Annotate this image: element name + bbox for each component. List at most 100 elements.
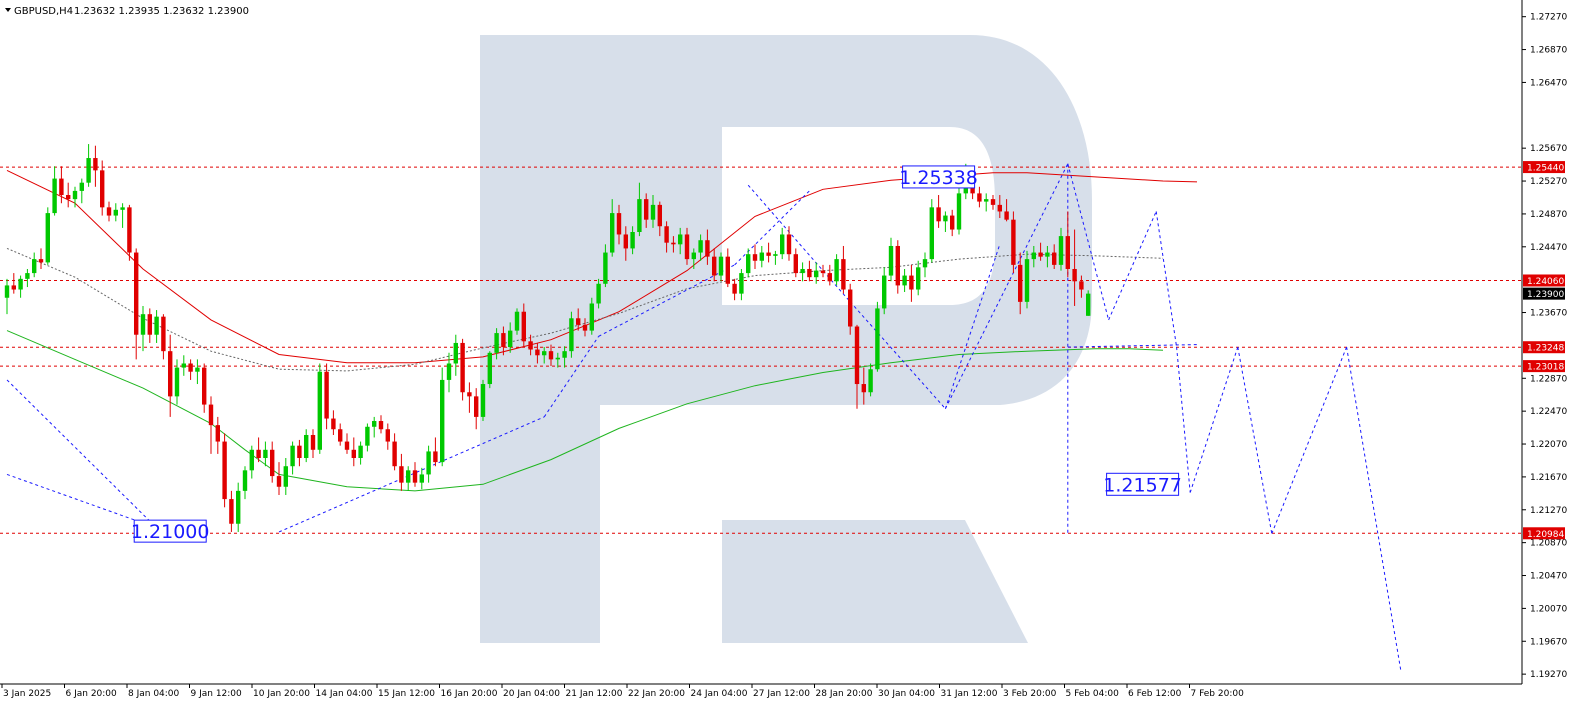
candle xyxy=(732,278,737,301)
candle-body xyxy=(93,158,98,171)
candle-body xyxy=(528,341,533,350)
candle xyxy=(882,267,887,315)
candle-body xyxy=(1052,252,1057,265)
candle xyxy=(310,429,316,458)
candle-body xyxy=(222,441,227,500)
x-tick-label: 6 Jan 20:00 xyxy=(66,689,118,699)
candle-body xyxy=(650,204,656,220)
candle xyxy=(32,252,37,278)
candle-body xyxy=(113,209,118,216)
candle xyxy=(399,453,404,491)
candle-body xyxy=(834,259,839,282)
candle-body xyxy=(86,158,91,183)
candle-body xyxy=(616,213,622,235)
candle xyxy=(766,242,771,263)
candle-body xyxy=(1045,252,1050,257)
candle xyxy=(909,264,914,302)
candle-body xyxy=(909,275,914,290)
candle xyxy=(270,441,275,483)
candle xyxy=(936,195,941,228)
candle-body xyxy=(154,316,159,335)
candle-body xyxy=(514,311,520,331)
candle xyxy=(569,311,574,358)
x-tick-label: 8 Jan 04:00 xyxy=(128,689,180,699)
candle-body xyxy=(140,314,146,335)
candle xyxy=(215,416,220,454)
forecast-segment xyxy=(1155,211,1178,348)
price-annotation: 1.21577 xyxy=(1103,472,1182,496)
x-tick-label: 5 Feb 04:00 xyxy=(1066,689,1120,699)
candle-body xyxy=(127,207,132,253)
candle-body xyxy=(79,182,84,191)
candle xyxy=(372,416,377,438)
candle xyxy=(392,433,397,471)
y-tick-label: 1.24470 xyxy=(1530,243,1567,253)
candle-body xyxy=(882,275,887,309)
candle-body xyxy=(460,342,465,393)
annotation-label: 1.25338 xyxy=(899,167,978,189)
x-tick-label: 31 Jan 12:00 xyxy=(941,689,998,699)
candle xyxy=(25,268,30,288)
candle xyxy=(834,254,839,286)
candle-body xyxy=(351,449,356,458)
candle-body xyxy=(406,470,411,483)
candle-body xyxy=(555,357,560,360)
candle-body xyxy=(759,252,764,261)
candle xyxy=(154,310,159,343)
candle-body xyxy=(181,363,186,368)
y-tick-label: 1.25670 xyxy=(1530,144,1567,154)
candle-body xyxy=(324,371,329,419)
candle-body xyxy=(399,466,404,483)
candle-body xyxy=(888,245,894,276)
candle-body xyxy=(521,311,526,342)
x-tick-label: 6 Feb 12:00 xyxy=(1128,689,1182,699)
candle-body xyxy=(820,270,826,274)
x-tick-label: 9 Jan 12:00 xyxy=(191,689,243,699)
candle xyxy=(1011,211,1016,274)
candle-body xyxy=(684,234,690,260)
candle-body xyxy=(671,242,676,245)
y-tick-label: 1.24870 xyxy=(1530,210,1567,220)
candle xyxy=(4,278,10,315)
candle xyxy=(385,423,390,450)
candle xyxy=(412,462,418,487)
candle xyxy=(467,382,472,413)
candle xyxy=(324,363,329,430)
candle-body xyxy=(52,178,57,214)
y-tick-label: 1.26470 xyxy=(1530,78,1567,88)
candle xyxy=(106,201,112,222)
y-tick-label: 1.19670 xyxy=(1530,637,1567,647)
candle xyxy=(11,273,16,294)
candle xyxy=(120,203,125,228)
candle-body xyxy=(773,254,778,256)
candle-body xyxy=(338,429,343,442)
y-tick-label: 1.22070 xyxy=(1530,440,1567,450)
candle xyxy=(793,248,798,278)
candle xyxy=(453,334,458,376)
dropdown-triangle-icon[interactable] xyxy=(5,8,11,12)
candle xyxy=(290,441,295,475)
chart-header[interactable]: GBPUSD,H4 1.23632 1.23935 1.23632 1.2390… xyxy=(5,6,249,17)
candle-body xyxy=(508,330,513,348)
candle-body xyxy=(426,451,431,475)
candle-body xyxy=(786,234,792,255)
candle-body xyxy=(793,254,798,274)
candle-body xyxy=(188,363,193,372)
candle xyxy=(358,441,363,465)
level-price-tag-text: 1.24060 xyxy=(1527,277,1564,287)
candle xyxy=(895,240,900,294)
candle xyxy=(297,439,302,467)
candle-body xyxy=(718,256,724,276)
candle xyxy=(440,367,445,467)
candle-body xyxy=(168,351,173,397)
candle-body xyxy=(297,445,302,458)
candle-body xyxy=(576,318,581,325)
candle-body xyxy=(501,333,506,348)
candle-body xyxy=(630,232,635,249)
candle xyxy=(1024,250,1030,309)
level-price-tag-text: 1.25440 xyxy=(1527,164,1564,174)
candle xyxy=(79,178,84,204)
candle-body xyxy=(569,318,574,352)
price-chart[interactable]: 1.25338 1.21000 1.21577 1.27270 1.26870 1.26… xyxy=(0,0,1596,716)
candle xyxy=(378,415,384,434)
